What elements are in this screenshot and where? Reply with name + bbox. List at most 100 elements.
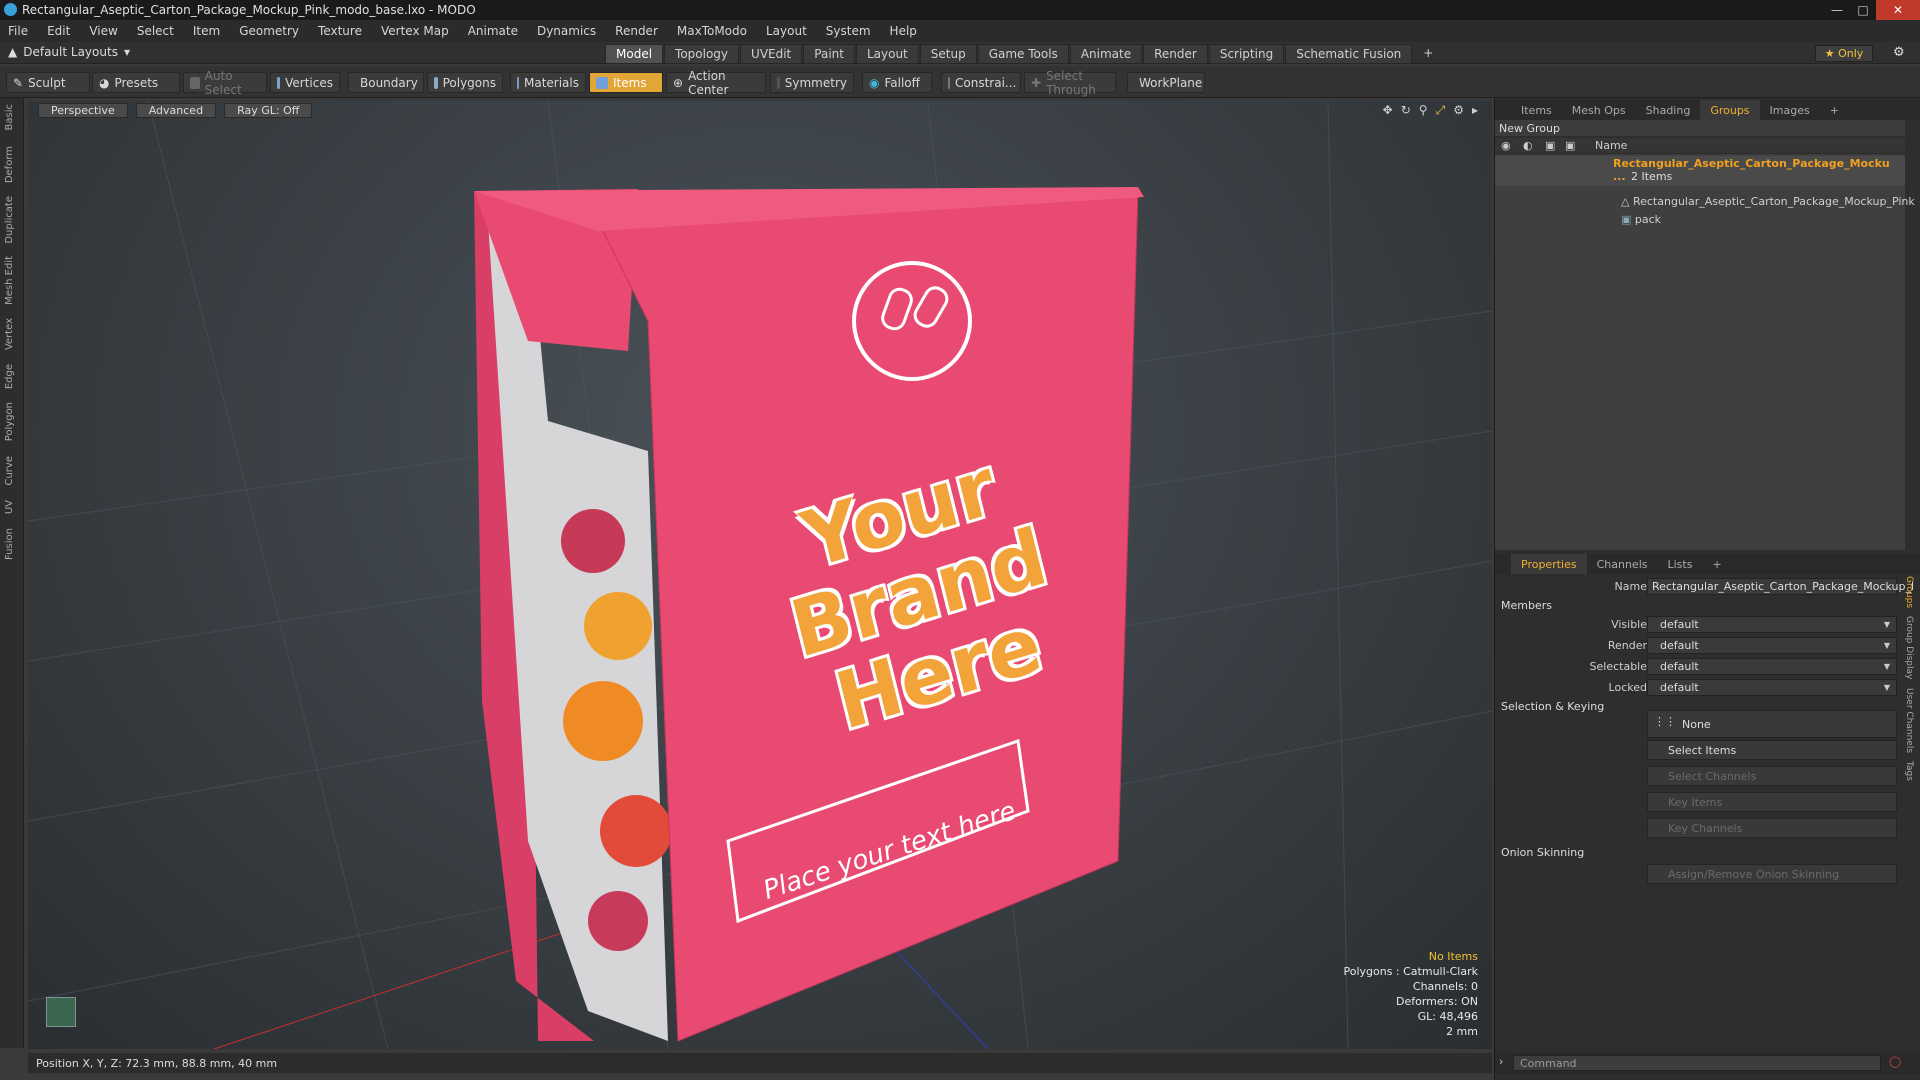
left-tab-fusion[interactable]: Fusion bbox=[4, 528, 15, 560]
menu-texture[interactable]: Texture bbox=[318, 24, 362, 38]
move-view-icon[interactable]: ✥ bbox=[1383, 103, 1393, 118]
add-panel-tab-button[interactable]: + bbox=[1820, 100, 1849, 120]
rotate-view-icon[interactable]: ↻ bbox=[1401, 103, 1411, 118]
lock-icon[interactable]: ▣ bbox=[1545, 139, 1555, 152]
tab-items[interactable]: Items bbox=[1511, 100, 1562, 120]
menu-geometry[interactable]: Geometry bbox=[239, 24, 299, 38]
menu-file[interactable]: File bbox=[8, 24, 28, 38]
members-section[interactable]: Members bbox=[1501, 599, 1552, 612]
side-tab-group-display[interactable]: Group Display bbox=[1904, 616, 1914, 679]
select-items-button[interactable]: Select Items bbox=[1647, 740, 1897, 760]
group-member-row[interactable]: ▣ pack bbox=[1621, 213, 1661, 226]
zoom-view-icon[interactable]: ⚲ bbox=[1419, 103, 1428, 118]
name-column-header[interactable]: Name bbox=[1595, 139, 1627, 152]
shading-mode-button[interactable]: Advanced bbox=[135, 102, 217, 118]
key-channels-button[interactable]: Key Channels bbox=[1647, 818, 1897, 838]
view-mode-button[interactable]: Perspective bbox=[38, 102, 128, 118]
side-tab-groups[interactable]: Groups bbox=[1904, 576, 1914, 608]
maximize-button[interactable]: □ bbox=[1850, 0, 1876, 20]
boundary-button[interactable]: Boundary bbox=[348, 72, 424, 93]
side-tab-user-channels[interactable]: User Channels bbox=[1904, 688, 1914, 753]
menu-view[interactable]: View bbox=[89, 24, 117, 38]
selection-keying-section[interactable]: Selection & Keying bbox=[1501, 700, 1604, 713]
record-icon[interactable]: ◯ bbox=[1889, 1055, 1901, 1068]
onion-skinning-button[interactable]: Assign/Remove Onion Skinning bbox=[1647, 864, 1897, 884]
menu-animate[interactable]: Animate bbox=[468, 24, 518, 38]
menu-select[interactable]: Select bbox=[137, 24, 174, 38]
tab-channels[interactable]: Channels bbox=[1587, 554, 1658, 574]
select-channels-button[interactable]: Select Channels bbox=[1647, 766, 1897, 786]
group-member-row[interactable]: △ Rectangular_Aseptic_Carton_Package_Moc… bbox=[1621, 195, 1915, 208]
tab-animate[interactable]: Animate bbox=[1069, 44, 1143, 64]
tab-setup[interactable]: Setup bbox=[919, 44, 977, 64]
tab-images[interactable]: Images bbox=[1760, 100, 1820, 120]
render-select[interactable]: default ▼ bbox=[1647, 637, 1897, 654]
new-group-button[interactable]: New Group bbox=[1495, 120, 1905, 136]
constraints-button[interactable]: Constrai... bbox=[941, 72, 1021, 93]
close-button[interactable]: ✕ bbox=[1876, 0, 1920, 20]
left-tab-uv[interactable]: UV bbox=[4, 500, 15, 514]
side-tab-tags[interactable]: Tags bbox=[1904, 761, 1914, 781]
tab-paint[interactable]: Paint bbox=[803, 44, 855, 64]
left-tab-duplicate[interactable]: Duplicate bbox=[4, 196, 15, 244]
materials-button[interactable]: Materials bbox=[510, 72, 586, 93]
tab-scripting[interactable]: Scripting bbox=[1208, 44, 1285, 64]
menu-maxtomodo[interactable]: MaxToModo bbox=[677, 24, 747, 38]
menu-vertex-map[interactable]: Vertex Map bbox=[381, 24, 449, 38]
menu-edit[interactable]: Edit bbox=[47, 24, 70, 38]
fit-view-icon[interactable]: ⤢ bbox=[1436, 103, 1446, 118]
collapse-icon[interactable]: ▲ bbox=[8, 45, 17, 59]
gear-icon[interactable]: ⚙ bbox=[1893, 45, 1905, 60]
only-button[interactable]: ★ Only bbox=[1815, 45, 1873, 62]
minimize-button[interactable]: — bbox=[1824, 0, 1850, 20]
symmetry-button[interactable]: Symmetry bbox=[770, 72, 854, 93]
key-items-button[interactable]: Key Items bbox=[1647, 792, 1897, 812]
select-through-button[interactable]: ✚ Select Through bbox=[1024, 69, 1116, 97]
selectable-select[interactable]: default ▼ bbox=[1647, 658, 1897, 675]
polygons-button[interactable]: Polygons bbox=[427, 72, 503, 93]
menu-system[interactable]: System bbox=[826, 24, 871, 38]
tab-layout[interactable]: Layout bbox=[855, 44, 919, 64]
left-tab-edge[interactable]: Edge bbox=[4, 364, 15, 389]
tab-topology[interactable]: Topology bbox=[664, 44, 740, 64]
tab-mesh-ops[interactable]: Mesh Ops bbox=[1562, 100, 1636, 120]
auto-select-button[interactable]: Auto Select bbox=[183, 69, 267, 97]
select-icon[interactable]: ▣ bbox=[1565, 139, 1575, 152]
add-panel-tab-button[interactable]: + bbox=[1702, 554, 1731, 574]
left-tab-mesh-edit[interactable]: Mesh Edit bbox=[4, 256, 15, 305]
menu-layout[interactable]: Layout bbox=[766, 24, 807, 38]
tab-properties[interactable]: Properties bbox=[1511, 554, 1587, 574]
menu-render[interactable]: Render bbox=[615, 24, 658, 38]
viewport-expand-icon[interactable]: ▸ bbox=[1472, 103, 1478, 118]
locked-select[interactable]: default ▼ bbox=[1647, 679, 1897, 696]
tab-game-tools[interactable]: Game Tools bbox=[977, 44, 1069, 64]
layout-selector[interactable]: ▲ Default Layouts ▾ bbox=[8, 45, 130, 59]
add-tab-button[interactable]: + bbox=[1413, 44, 1443, 64]
left-tab-vertex[interactable]: Vertex bbox=[4, 318, 15, 350]
tab-groups[interactable]: Groups bbox=[1700, 100, 1760, 120]
name-field[interactable]: Rectangular_Aseptic_Carton_Package_Mocku… bbox=[1647, 578, 1914, 595]
tab-schematic-fusion[interactable]: Schematic Fusion bbox=[1285, 44, 1413, 64]
presets-button[interactable]: ◕ Presets bbox=[92, 72, 180, 93]
menu-help[interactable]: Help bbox=[890, 24, 917, 38]
tab-uvedit[interactable]: UVEdit bbox=[740, 44, 803, 64]
tab-lists[interactable]: Lists bbox=[1658, 554, 1703, 574]
menu-item[interactable]: Item bbox=[193, 24, 220, 38]
3d-viewport[interactable]: Your Brand Here Place your text here Per… bbox=[28, 101, 1492, 1049]
none-button[interactable]: ⋮⋮ None bbox=[1647, 710, 1897, 738]
vertices-button[interactable]: Vertices bbox=[270, 72, 340, 93]
falloff-button[interactable]: ◉ Falloff bbox=[862, 72, 932, 93]
onion-skinning-section[interactable]: Onion Skinning bbox=[1501, 846, 1584, 859]
left-tab-polygon[interactable]: Polygon bbox=[4, 402, 15, 441]
raygl-button[interactable]: Ray GL: Off bbox=[224, 102, 313, 118]
tab-shading[interactable]: Shading bbox=[1636, 100, 1701, 120]
left-tab-deform[interactable]: Deform bbox=[4, 146, 15, 183]
items-button[interactable]: Items bbox=[589, 72, 663, 93]
render-icon[interactable]: ◐ bbox=[1523, 139, 1533, 152]
viewport-gear-icon[interactable]: ⚙ bbox=[1453, 103, 1464, 118]
group-row[interactable]: Rectangular_Aseptic_Carton_Package_Mocku… bbox=[1495, 156, 1905, 186]
visible-select[interactable]: default ▼ bbox=[1647, 616, 1897, 633]
eye-icon[interactable]: ◉ bbox=[1501, 139, 1511, 152]
tab-model[interactable]: Model bbox=[605, 44, 664, 64]
tab-render[interactable]: Render bbox=[1143, 44, 1208, 64]
